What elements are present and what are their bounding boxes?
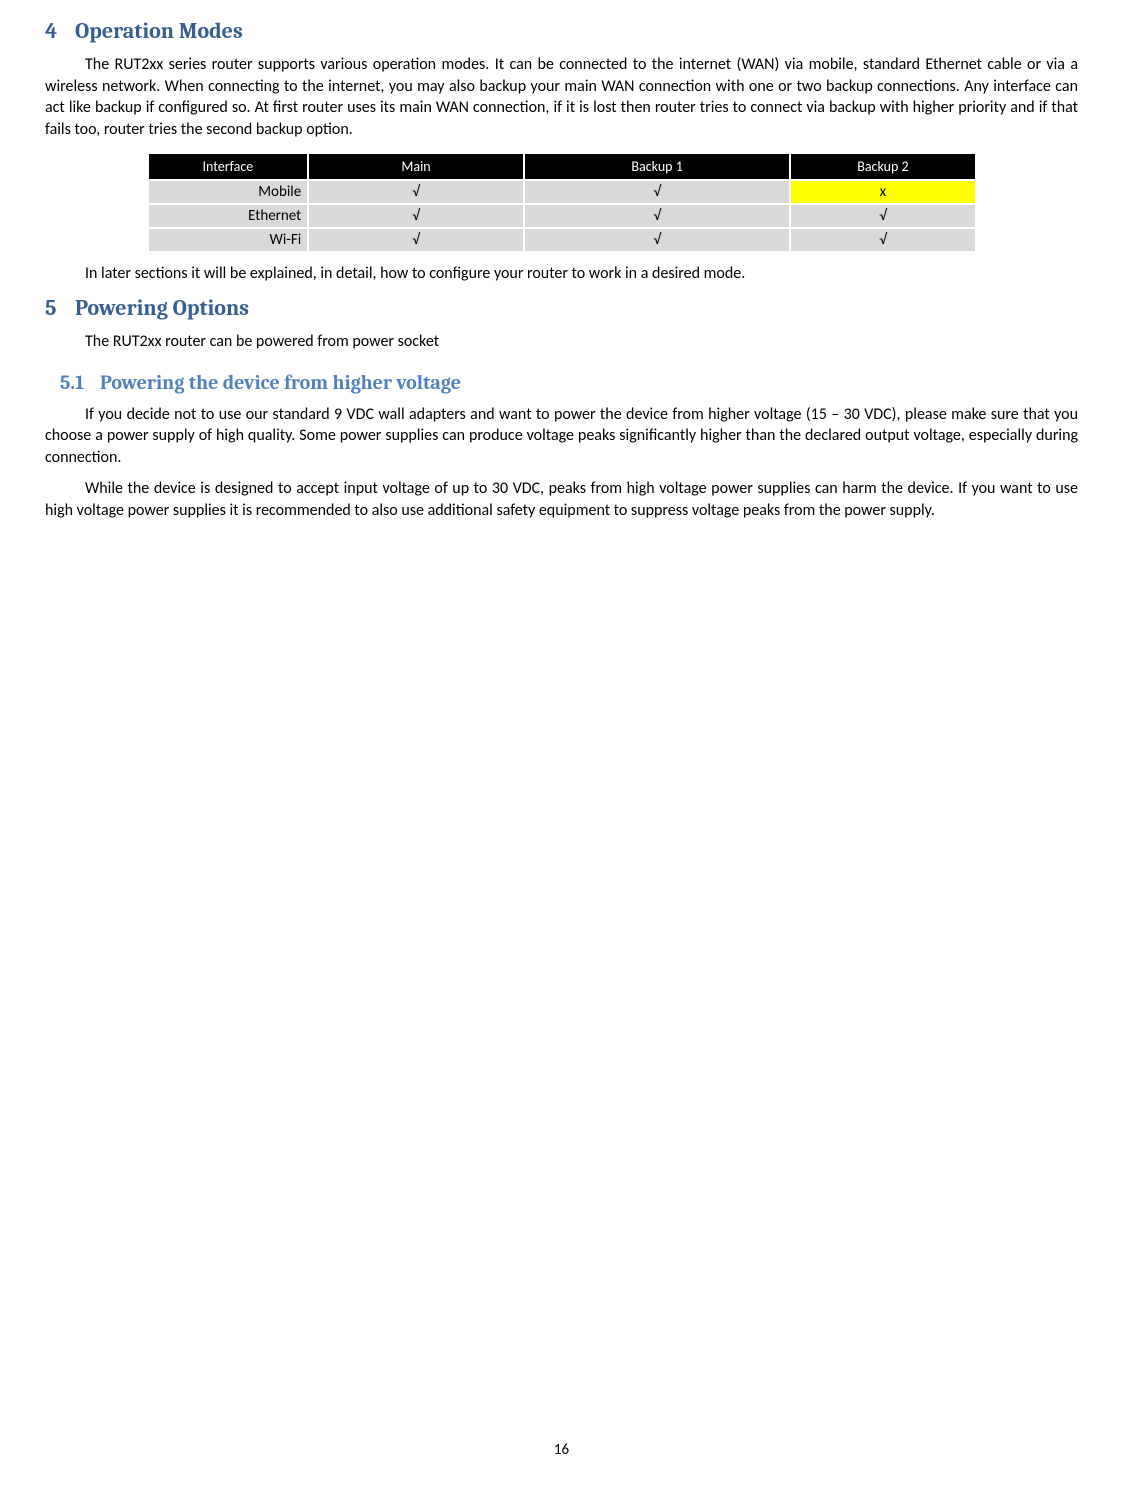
cell-iface: Ethernet — [149, 205, 308, 227]
table-header-row: Interface Main Backup 1 Backup 2 — [149, 154, 975, 179]
section-5-1-para-2: While the device is designed to accept i… — [45, 478, 1078, 521]
section-4-para-2: In later sections it will be explained, … — [45, 263, 1078, 285]
section-5-1-heading: 5.1Powering the device from higher volta… — [45, 371, 1078, 394]
cell-main: √ — [309, 181, 523, 203]
th-backup2: Backup 2 — [791, 154, 974, 179]
section-5-title: Powering Options — [75, 295, 249, 321]
operation-modes-table: Interface Main Backup 1 Backup 2 Mobile … — [147, 152, 977, 253]
table-row: Wi-Fi √ √ √ — [149, 229, 975, 251]
section-5-1-number: 5.1 — [60, 371, 100, 394]
cell-b2: √ — [791, 205, 974, 227]
th-backup1: Backup 1 — [525, 154, 790, 179]
cell-b2: √ — [791, 229, 974, 251]
section-4-para-1: The RUT2xx series router supports variou… — [45, 54, 1078, 140]
section-5-1-title: Powering the device from higher voltage — [100, 371, 461, 394]
section-5-number: 5 — [45, 295, 75, 321]
cell-b2: x — [791, 181, 974, 203]
th-main: Main — [309, 154, 523, 179]
table-row: Mobile √ √ x — [149, 181, 975, 203]
cell-b1: √ — [525, 229, 790, 251]
page-number: 16 — [0, 1441, 1123, 1459]
cell-b1: √ — [525, 181, 790, 203]
table-row: Ethernet √ √ √ — [149, 205, 975, 227]
cell-iface: Wi-Fi — [149, 229, 308, 251]
cell-main: √ — [309, 205, 523, 227]
section-5-heading: 5Powering Options — [45, 295, 1078, 321]
cell-b1: √ — [525, 205, 790, 227]
section-5-1-para-1: If you decide not to use our standard 9 … — [45, 404, 1078, 469]
section-4-title: Operation Modes — [75, 18, 243, 44]
section-4-heading: 4Operation Modes — [45, 18, 1078, 44]
cell-iface: Mobile — [149, 181, 308, 203]
th-interface: Interface — [149, 154, 308, 179]
section-5-para-1: The RUT2xx router can be powered from po… — [45, 331, 1078, 353]
section-4-number: 4 — [45, 18, 75, 44]
cell-main: √ — [309, 229, 523, 251]
